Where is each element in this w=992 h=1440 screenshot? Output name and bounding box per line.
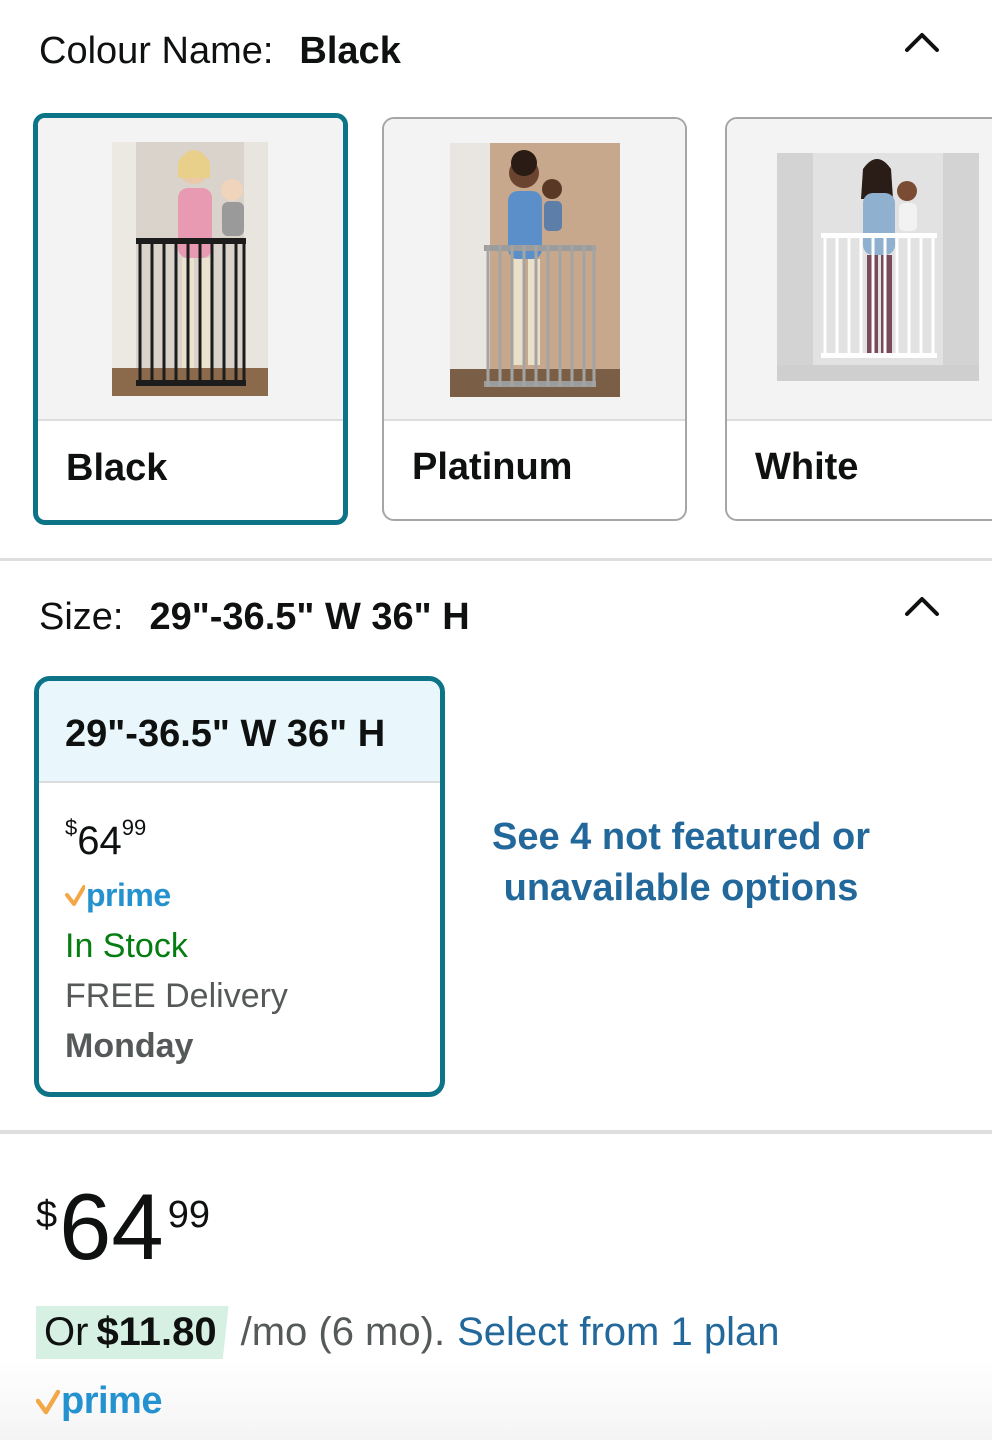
colour-header: Colour Name: Black [39,30,401,73]
prime-logo-text: prime [61,1380,162,1422]
price-fraction: 99 [121,815,147,840]
installment-or: Or [44,1310,89,1354]
section-divider [0,1130,992,1134]
size-option-price: $6499 [65,817,146,864]
colour-option-label: Black [66,447,168,489]
prime-logo-text: prime [86,877,171,913]
black-gate-image [38,118,343,421]
chevron-up-icon[interactable] [904,30,940,54]
installment-plan-row: Or $11.80 /mo (6 mo). Select from 1 plan [36,1306,779,1359]
size-selected-value: 29"-36.5" W 36" H [149,596,470,638]
white-gate-image [727,119,992,421]
stock-status: In Stock [65,927,188,965]
colour-option-label: Platinum [412,446,573,488]
main-price-currency: $ [36,1194,58,1236]
main-price: $ 64 99 [36,1180,210,1274]
prime-badge: prime [36,1380,162,1423]
main-price-fraction: 99 [167,1194,210,1236]
price-currency: $ [65,815,78,840]
colour-option-platinum[interactable]: Platinum [382,117,687,521]
colour-option-black[interactable]: Black [33,113,348,525]
prime-check-icon [65,884,85,906]
colour-selected-value: Black [299,30,401,72]
size-header: Size: 29"-36.5" W 36" H [39,596,470,639]
black-baby-gate-photo [112,142,268,396]
chevron-up-icon[interactable] [904,594,940,618]
colour-option-white[interactable]: White [725,117,992,521]
size-option-card[interactable]: 29"-36.5" W 36" H $6499 prime In Stock F… [34,676,445,1097]
main-price-whole: 64 [59,1174,164,1279]
size-label: Size: [39,596,124,638]
prime-badge: prime [65,877,171,914]
select-plan-link[interactable]: Select from 1 plan [457,1310,779,1355]
size-option-title: 29"-36.5" W 36" H [39,681,440,783]
installment-highlight: Or $11.80 [36,1306,229,1359]
white-baby-gate-photo [777,153,979,381]
platinum-baby-gate-photo [450,143,620,397]
see-unavailable-options-link[interactable]: See 4 not featured or unavailable option… [488,812,874,914]
section-divider [0,558,992,561]
platinum-gate-image [384,119,685,421]
installment-amount: $11.80 [96,1310,217,1354]
price-whole: 64 [77,819,122,863]
colour-label: Colour Name: [39,30,274,72]
delivery-text: FREE Delivery [65,977,288,1015]
colour-option-label: White [755,446,859,488]
installment-term: /mo (6 mo). [240,1310,446,1354]
prime-check-icon [36,1389,60,1414]
delivery-day: Monday [65,1027,194,1065]
